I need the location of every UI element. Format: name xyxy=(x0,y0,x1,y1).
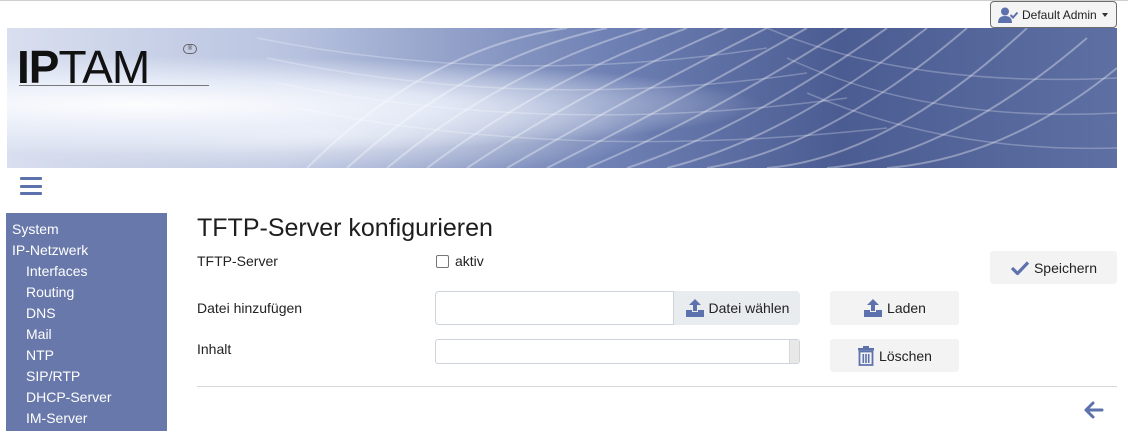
sidebar-item-dhcp-server[interactable]: DHCP-Server xyxy=(6,387,167,408)
load-button[interactable]: Laden xyxy=(830,291,959,325)
active-checkbox-label[interactable]: aktiv xyxy=(455,253,484,269)
add-file-label: Datei hinzufügen xyxy=(197,300,303,316)
sidebar-item-routing[interactable]: Routing xyxy=(6,282,167,303)
trash-icon xyxy=(858,345,875,366)
upload-icon xyxy=(685,299,704,317)
delete-button-label: Löschen xyxy=(879,347,932,364)
load-button-label: Laden xyxy=(887,300,926,316)
sidebar-item-dns[interactable]: DNS xyxy=(6,303,167,324)
sidebar-item-mail[interactable]: Mail xyxy=(6,324,167,345)
banner-grid-image xyxy=(256,28,1117,168)
user-menu-button[interactable]: Default Admin xyxy=(990,1,1117,28)
choose-file-label: Datei wählen xyxy=(708,300,790,316)
delete-button[interactable]: Löschen xyxy=(830,339,959,372)
registered-mark-icon: ® xyxy=(183,44,197,54)
tftp-server-label: TFTP-Server xyxy=(197,253,278,269)
save-button-label: Speichern xyxy=(1033,259,1098,276)
user-check-icon xyxy=(998,7,1018,23)
caret-down-icon xyxy=(1101,12,1108,17)
file-path-input[interactable] xyxy=(435,291,674,325)
page-title: TFTP-Server konfigurieren xyxy=(197,214,493,242)
content-select[interactable] xyxy=(435,339,800,364)
header-banner: IPTAM ® xyxy=(7,28,1117,168)
choose-file-button[interactable]: Datei wählen xyxy=(674,291,800,325)
logo-underline xyxy=(19,85,209,86)
top-border xyxy=(0,0,1128,1)
content-label: Inhalt xyxy=(197,341,232,357)
sidebar-item-system[interactable]: System xyxy=(6,219,167,240)
sidebar-item-sip-rtp[interactable]: SIP/RTP xyxy=(6,366,167,387)
sidebar-item-interfaces[interactable]: Interfaces xyxy=(6,261,167,282)
content-divider xyxy=(197,386,1117,387)
select-scrollbar[interactable] xyxy=(789,340,799,363)
hamburger-icon[interactable] xyxy=(20,177,42,195)
sidebar-item-im-server[interactable]: IM-Server xyxy=(6,408,167,429)
sidebar: System IP-Netzwerk Interfaces Routing DN… xyxy=(6,213,167,431)
save-button[interactable]: Speichern xyxy=(990,251,1117,284)
check-icon xyxy=(1010,260,1030,275)
upload-icon xyxy=(864,299,883,317)
sidebar-item-ip-netzwerk[interactable]: IP-Netzwerk xyxy=(6,240,167,261)
sidebar-item-ntp[interactable]: NTP xyxy=(6,345,167,366)
arrow-left-icon[interactable] xyxy=(1084,401,1104,419)
active-checkbox[interactable] xyxy=(436,255,449,268)
user-name: Default Admin xyxy=(1022,7,1097,22)
